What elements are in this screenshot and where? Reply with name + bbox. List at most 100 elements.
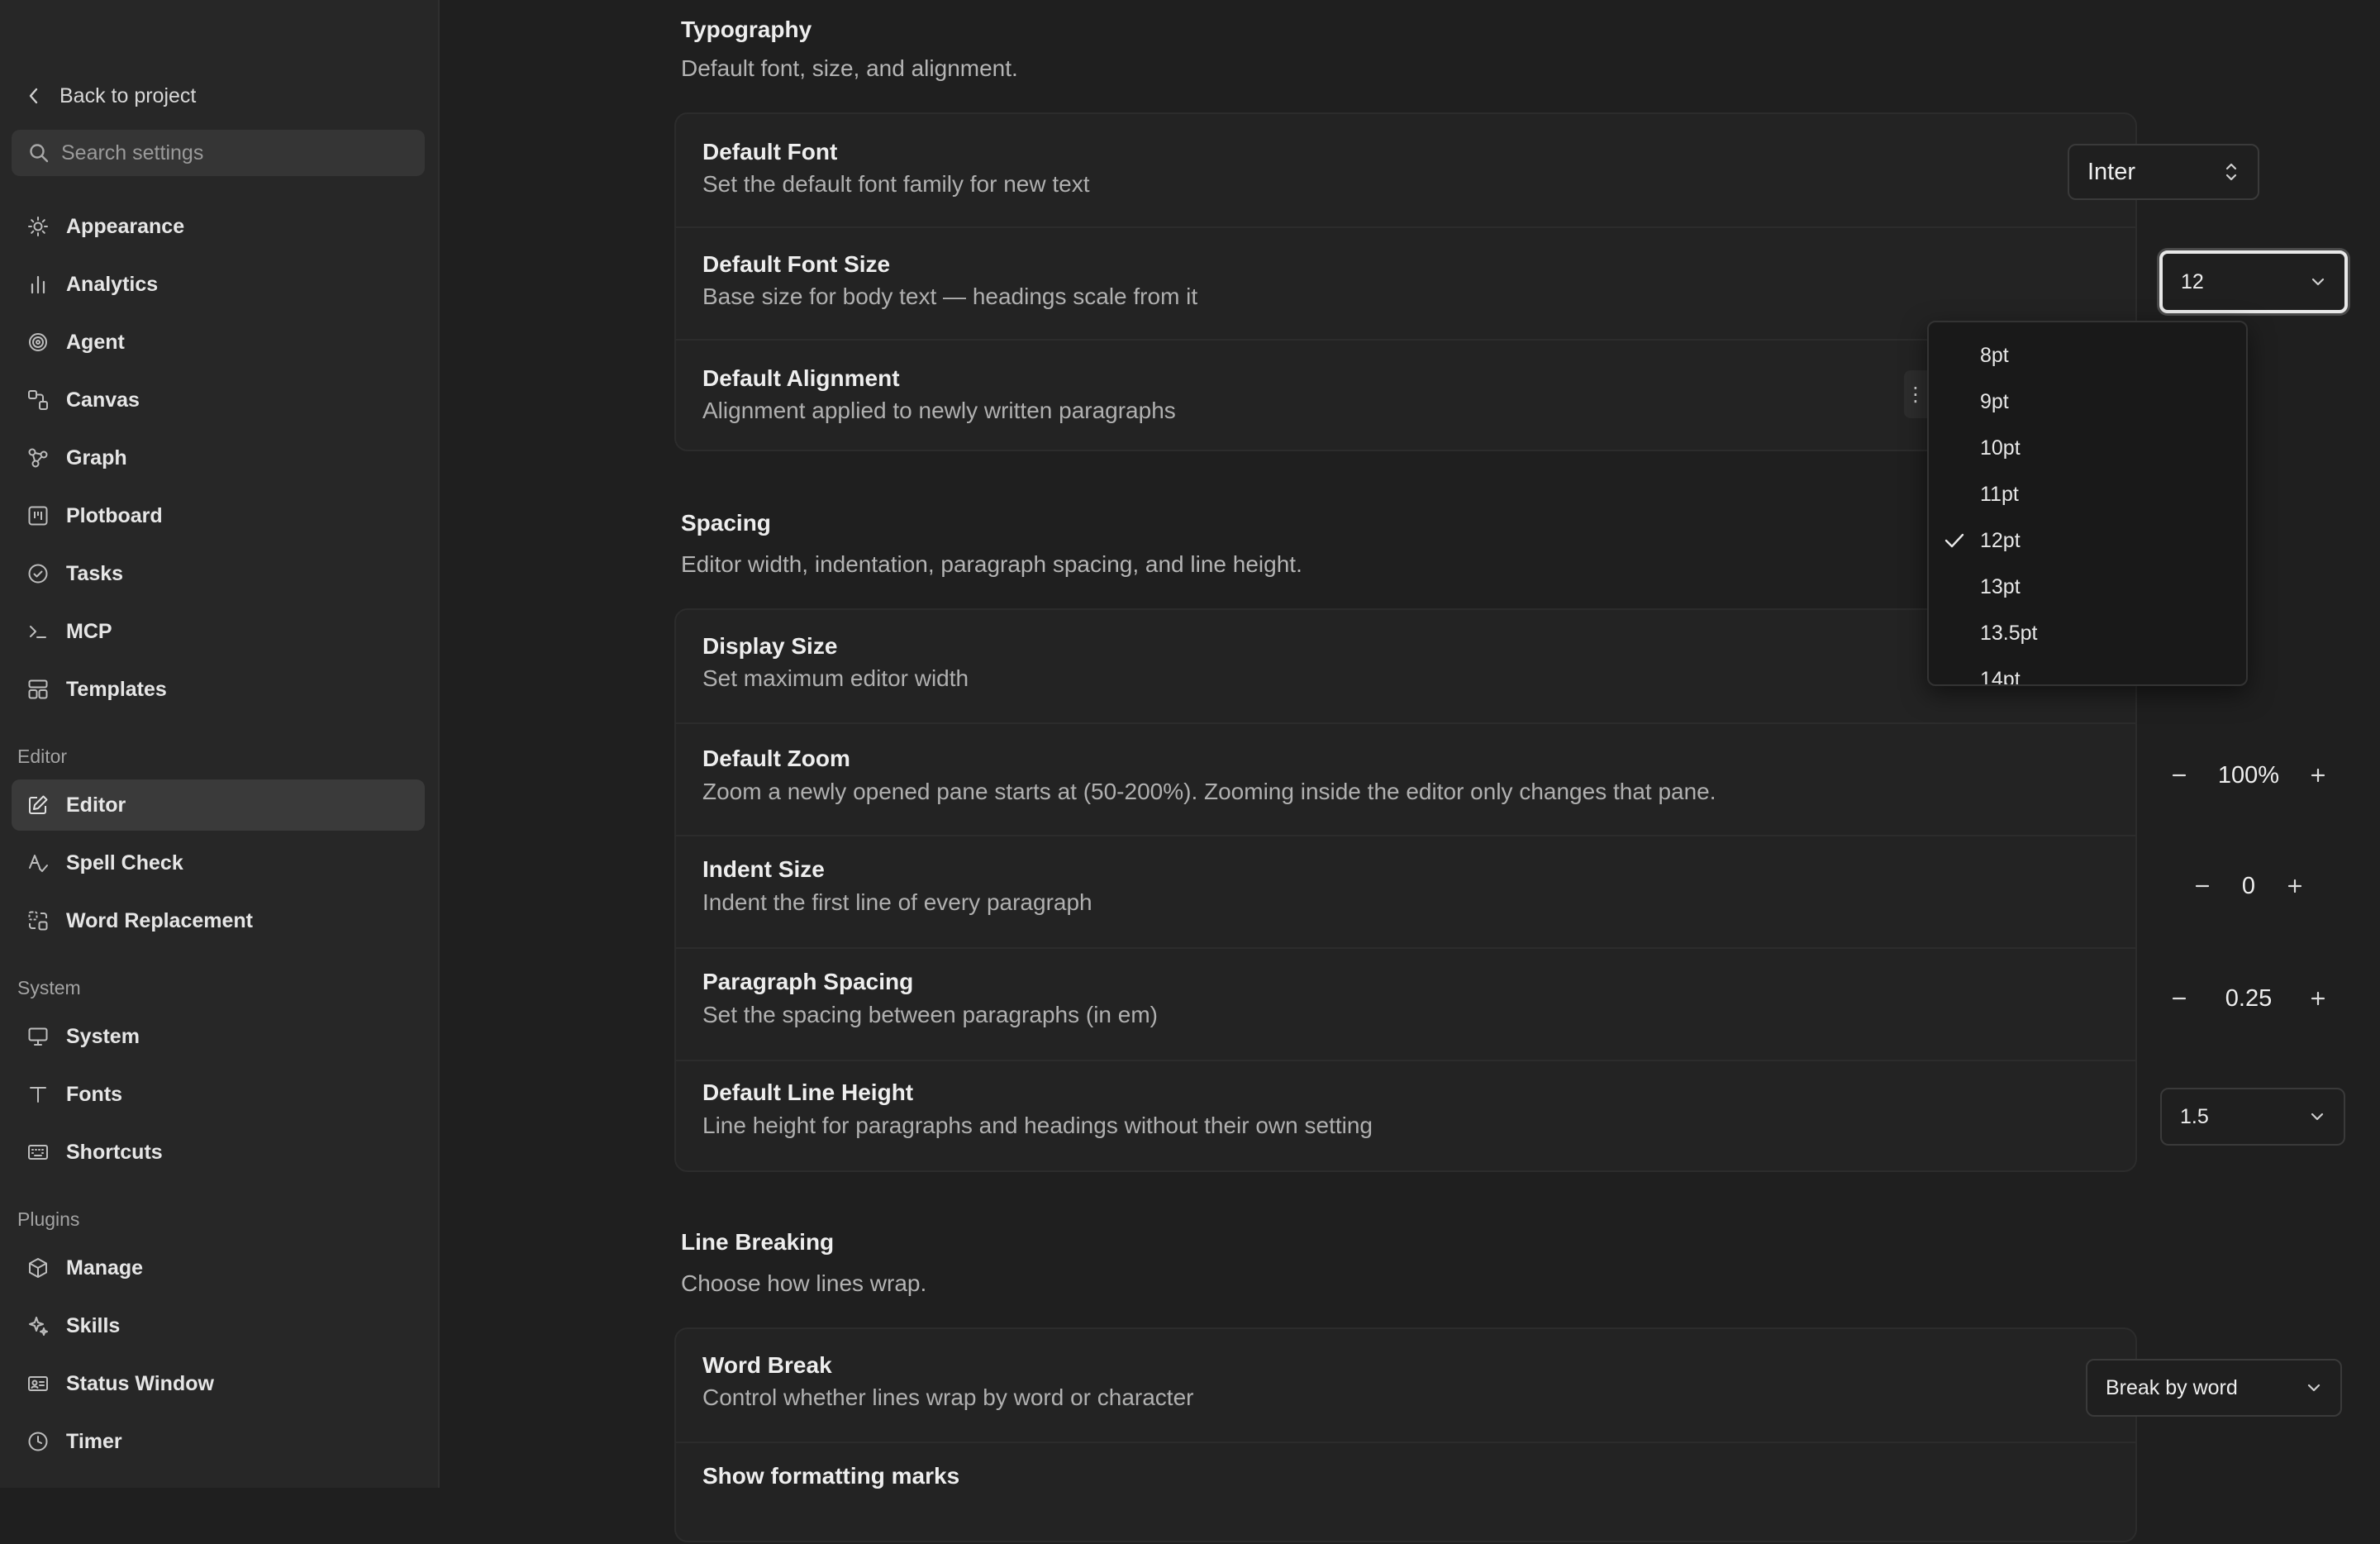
sidebar-item-status-window[interactable]: Status Window [12, 1358, 425, 1409]
canvas-icon [28, 390, 48, 410]
search-icon [30, 144, 49, 163]
edit-icon [29, 795, 48, 814]
sidebar-item-label: Agent [66, 330, 125, 354]
minus-icon [2172, 997, 2187, 1000]
section-label-system: System [17, 977, 81, 998]
word-break-value: Break by word [2106, 1375, 2238, 1399]
zoom-decrement-button[interactable] [2163, 759, 2196, 792]
sidebar-item-spell-check[interactable]: Spell Check [12, 837, 425, 889]
dropdown-option[interactable]: 9pt [1929, 379, 2246, 425]
section-label-plugins: Plugins [17, 1208, 80, 1230]
sidebar-item-fonts[interactable]: Fonts [12, 1069, 425, 1120]
default-zoom-stepper: 100% [2163, 759, 2335, 792]
chevron-left-icon [29, 88, 38, 104]
sidebar-item-label: Word Replacement [66, 908, 253, 932]
bar-chart-icon [31, 275, 45, 294]
settings-sidebar: Back to project Search settings Appearan… [0, 0, 440, 1488]
sidebar-item-agent[interactable]: Agent [12, 317, 425, 368]
sidebar-item-label: Manage [66, 1256, 144, 1280]
type-icon [30, 1087, 46, 1103]
search-input[interactable]: Search settings [12, 130, 425, 176]
line-height-select[interactable]: 1.5 [2160, 1088, 2345, 1146]
spiral-icon [29, 333, 47, 351]
sidebar-item-label: Plotboard [66, 503, 163, 527]
sidebar-item-manage[interactable]: Manage [12, 1242, 425, 1294]
plotboard-icon [28, 506, 48, 526]
sidebar-item-label: Spell Check [66, 851, 183, 874]
line-height-value: 1.5 [2180, 1104, 2209, 1128]
plus-icon [2287, 879, 2302, 894]
dropdown-option-selected[interactable]: 12pt [1929, 517, 2246, 564]
setting-row-default-font-size: Default Font Size Base size for body tex… [676, 226, 2348, 339]
option-label: 13.5pt [1980, 621, 2038, 645]
chevrons-up-down-icon [2225, 163, 2237, 181]
default-font-size-value: 12 [2181, 269, 2204, 293]
setting-row-indent-size: Indent Size Indent the first line of eve… [676, 835, 2302, 947]
sidebar-item-skills[interactable]: Skills [12, 1300, 425, 1351]
option-label: 13pt [1980, 574, 2021, 598]
terminal-icon [30, 626, 46, 638]
dropdown-option[interactable]: 8pt [1929, 332, 2246, 379]
option-label: 9pt [1980, 389, 2009, 413]
sidebar-item-word-replacement[interactable]: Word Replacement [12, 895, 425, 946]
sidebar-item-tasks[interactable]: Tasks [12, 548, 425, 599]
sidebar-item-mcp[interactable]: MCP [12, 606, 425, 657]
setting-row-display-size: Display Size Set maximum editor width [676, 610, 2135, 722]
sidebar-item-plotboard[interactable]: Plotboard [12, 490, 425, 541]
paragraph-decrement-button[interactable] [2163, 982, 2196, 1015]
sidebar-item-label: Status Window [66, 1371, 214, 1395]
indent-increment-button[interactable] [2278, 870, 2311, 903]
sidebar-item-label: Canvas [66, 388, 140, 412]
dropdown-option[interactable]: 10pt [1929, 425, 2246, 471]
default-font-select[interactable]: Inter [2068, 144, 2259, 200]
replace-icon [28, 911, 48, 931]
sidebar-item-label: Shortcuts [66, 1140, 163, 1164]
option-label: 12pt [1980, 528, 2021, 552]
indent-size-stepper: 0 [2186, 870, 2311, 903]
dropdown-option[interactable]: 11pt [1929, 471, 2246, 517]
dropdown-option[interactable]: 13.5pt [1929, 610, 2246, 656]
sidebar-item-shortcuts[interactable]: Shortcuts [12, 1127, 425, 1178]
sidebar-item-graph[interactable]: Graph [12, 432, 425, 484]
setting-title: Paragraph Spacing [702, 969, 914, 994]
sidebar-item-appearance[interactable]: Appearance [12, 201, 425, 252]
setting-desc: Set maximum editor width [702, 665, 969, 691]
spacing-card: Display Size Set maximum editor width De… [674, 608, 2345, 1172]
paragraph-increment-button[interactable] [2301, 982, 2335, 1015]
word-break-select[interactable]: Break by word [2086, 1359, 2342, 1417]
sidebar-item-analytics[interactable]: Analytics [12, 259, 425, 310]
dropdown-option[interactable]: 13pt [1929, 564, 2246, 610]
templates-icon [28, 679, 48, 699]
option-label: 14pt [1980, 667, 2021, 686]
setting-desc: Control whether lines wrap by word or ch… [702, 1384, 1194, 1410]
sidebar-item-canvas[interactable]: Canvas [12, 374, 425, 426]
keyboard-icon [28, 1145, 48, 1160]
back-to-project-link[interactable]: Back to project [26, 79, 196, 112]
graph-icon [28, 448, 48, 468]
option-label: 10pt [1980, 436, 2021, 460]
sun-icon [28, 217, 48, 236]
minus-icon [2172, 774, 2187, 777]
indent-decrement-button[interactable] [2186, 870, 2219, 903]
setting-desc: Set the default font family for new text [702, 171, 1090, 197]
sidebar-item-timer[interactable]: Timer [12, 1416, 425, 1467]
sidebar-item-templates[interactable]: Templates [12, 664, 425, 715]
line-breaking-card: Word Break Control whether lines wrap by… [674, 1327, 2342, 1542]
alignment-control[interactable]: ⋮ [1904, 370, 1927, 418]
sidebar-item-system[interactable]: System [12, 1011, 425, 1062]
setting-title: Show formatting marks [702, 1463, 960, 1489]
sidebar-item-label: Graph [66, 446, 127, 469]
zoom-increment-button[interactable] [2301, 759, 2335, 792]
setting-title: Default Line Height [702, 1079, 914, 1105]
font-size-dropdown: 8pt 9pt 10pt 11pt 12pt 13pt 13.5pt 14pt [1927, 321, 2248, 686]
zoom-value: 100% [2217, 761, 2280, 789]
option-label: 8pt [1980, 343, 2009, 367]
typography-title: Typography [681, 17, 812, 42]
setting-desc: Zoom a newly opened pane starts at (50-2… [702, 779, 1716, 804]
dropdown-option[interactable]: 14pt [1929, 656, 2246, 686]
option-label: 11pt [1980, 482, 2019, 506]
sidebar-item-editor[interactable]: Editor [12, 779, 425, 831]
default-font-size-select[interactable]: 12 [2159, 250, 2348, 313]
spacing-title: Spacing [681, 510, 771, 536]
id-card-icon [28, 1376, 48, 1391]
